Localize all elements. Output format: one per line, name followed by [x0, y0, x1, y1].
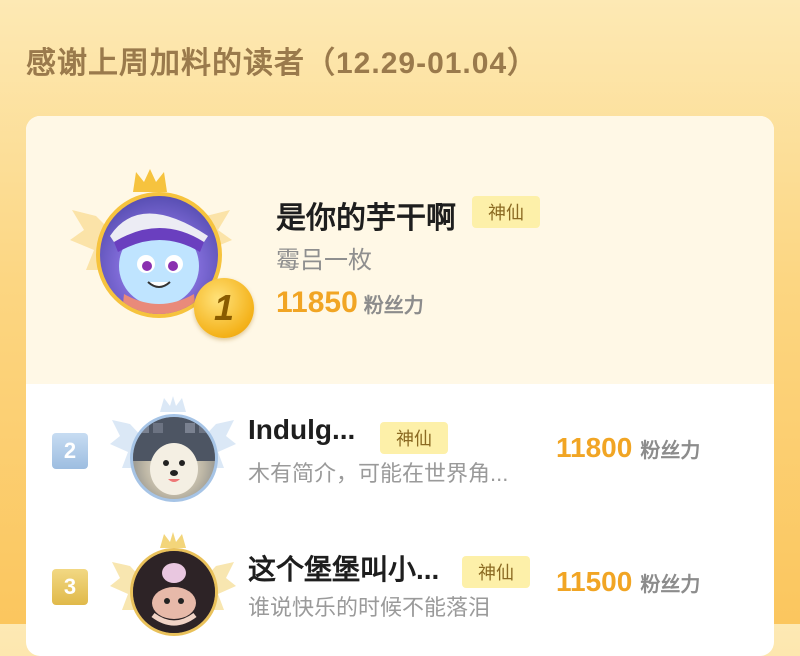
leaderboard-card: 1 是你的芋干啊 神仙 霉吕一枚 11850 粉丝力 2 Indulg... 神…: [26, 116, 774, 656]
user-bio: 木有简介，可能在世界角...: [248, 461, 509, 486]
avatar[interactable]: [130, 414, 218, 502]
leaderboard-item-2[interactable]: 2 Indulg... 神仙 木有简介，可能在世界角... 11800 粉丝力: [26, 384, 774, 524]
rank-badge: 2: [52, 433, 88, 469]
user-bio: 霉吕一枚: [276, 247, 372, 274]
leaderboard-item-3[interactable]: 3 这个堡堡叫小... 神仙 谁说快乐的时候不能落泪 11500 粉丝力: [26, 524, 774, 656]
fans-value: 11850: [276, 286, 358, 319]
level-tag: 神仙: [462, 556, 530, 588]
rank-badge: 3: [52, 569, 88, 605]
rank-badge: 1: [194, 278, 254, 338]
fans-power: 11850 粉丝力: [276, 286, 424, 320]
fans-power: 11500 粉丝力: [556, 566, 700, 598]
fans-value: 11500: [556, 566, 633, 597]
user-name[interactable]: Indulg...: [248, 414, 355, 446]
avatar[interactable]: [130, 548, 218, 636]
level-tag: 神仙: [472, 196, 540, 228]
fans-value: 11800: [556, 432, 633, 463]
fans-label: 粉丝力: [640, 574, 701, 596]
user-name[interactable]: 是你的芋干啊: [276, 193, 456, 237]
user-name[interactable]: 这个堡堡叫小...: [248, 548, 439, 588]
rank1-avatar-frame: 1: [66, 166, 254, 338]
leaderboard-item-1[interactable]: 1 是你的芋干啊 神仙 霉吕一枚 11850 粉丝力: [26, 116, 774, 384]
user-bio: 谁说快乐的时候不能落泪: [248, 595, 491, 620]
fans-label: 粉丝力: [363, 295, 424, 317]
level-tag: 神仙: [380, 422, 448, 454]
fans-power: 11800 粉丝力: [556, 432, 700, 464]
fans-label: 粉丝力: [640, 440, 701, 462]
page-title: 感谢上周加料的读者（12.29-01.04）: [26, 47, 539, 80]
